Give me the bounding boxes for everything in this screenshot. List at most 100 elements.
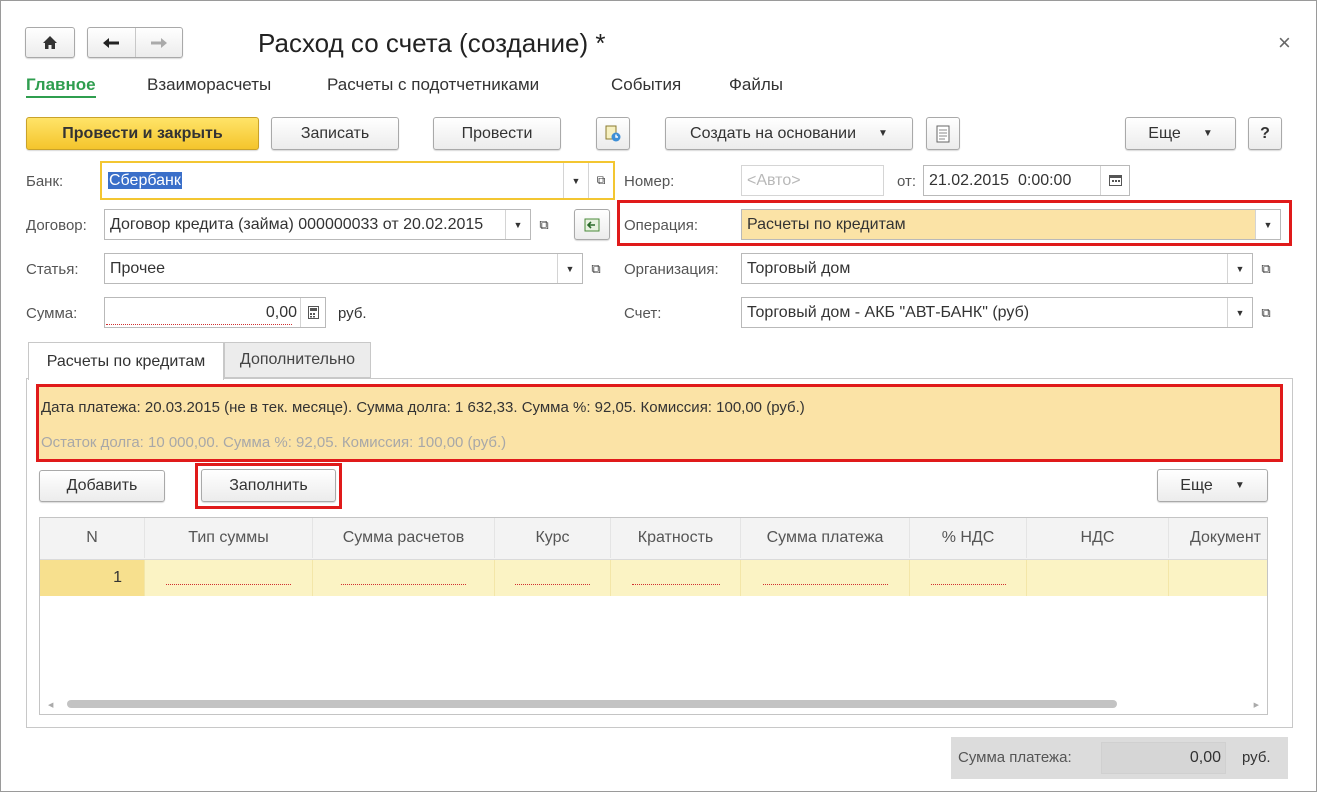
open-icon[interactable]: ⧉ (531, 209, 557, 240)
sum-currency: руб. (338, 305, 367, 322)
chevron-down-icon[interactable]: ▼ (1227, 298, 1252, 327)
create-based-on-button[interactable]: Создать на основании ▼ (665, 117, 913, 150)
account-label: Счет: (624, 305, 662, 322)
column-multiplicity[interactable]: Кратность (611, 518, 741, 558)
bank-label: Банк: (26, 173, 64, 190)
section-main[interactable]: Главное (26, 75, 96, 98)
chevron-down-icon: ▼ (1234, 480, 1245, 491)
chevron-down-icon: ▼ (878, 128, 888, 139)
more-label: Еще (1148, 124, 1181, 142)
home-button[interactable] (25, 27, 75, 58)
date-value: 21.02.2015 0:00:00 (929, 171, 1072, 189)
bank-field[interactable]: Сбербанк ▼ ⧉ (100, 161, 615, 200)
number-field[interactable]: <Авто> (741, 165, 884, 196)
article-label: Статья: (26, 261, 79, 278)
calculator-icon[interactable] (300, 298, 325, 327)
contract-field[interactable]: Договор кредита (займа) 000000033 от 20.… (104, 209, 531, 240)
footer-currency: руб. (1242, 749, 1271, 766)
column-settlement-sum[interactable]: Сумма расчетов (313, 518, 495, 558)
contract-action-button[interactable] (574, 209, 610, 240)
open-icon[interactable]: ⧉ (1253, 297, 1279, 328)
back-button[interactable] (88, 28, 136, 57)
contract-value: Договор кредита (займа) 000000033 от 20.… (110, 215, 484, 233)
info-line-2: Остаток долга: 10 000,00. Сумма %: 92,05… (41, 434, 507, 451)
open-icon[interactable]: ⧉ (588, 163, 613, 198)
cell-sum-type[interactable] (145, 560, 313, 596)
calendar-icon[interactable] (1100, 166, 1129, 195)
article-field[interactable]: Прочее ▼ (104, 253, 583, 284)
chevron-down-icon[interactable]: ▼ (1255, 210, 1280, 239)
more-button[interactable]: Еще ▼ (1125, 117, 1236, 150)
number-label: Номер: (624, 173, 675, 190)
column-vat[interactable]: НДС (1027, 518, 1169, 558)
operation-field[interactable]: Расчеты по кредитам ▼ (741, 209, 1281, 240)
tab-credit-settlements[interactable]: Расчеты по кредитам (28, 342, 224, 380)
operation-label: Операция: (624, 217, 699, 234)
section-settlements[interactable]: Взаиморасчеты (147, 75, 271, 95)
org-field[interactable]: Торговый дом ▼ (741, 253, 1253, 284)
cell-payment-sum[interactable] (741, 560, 910, 596)
info-line-1: Дата платежа: 20.03.2015 (не в тек. меся… (41, 399, 805, 416)
chevron-down-icon[interactable]: ▼ (563, 163, 588, 198)
print-button[interactable] (926, 117, 960, 150)
bank-value: Сбербанк (108, 171, 182, 189)
open-icon[interactable]: ⧉ (1253, 253, 1279, 284)
window-title: Расход со счета (создание) * (258, 28, 606, 58)
footer-value: 0,00 (1101, 742, 1226, 774)
column-vat-rate[interactable]: % НДС (910, 518, 1027, 558)
column-sum-type[interactable]: Тип суммы (145, 518, 313, 558)
footer-total: Сумма платежа: 0,00 руб. (951, 737, 1288, 779)
scroll-right-icon[interactable]: ▶ (1254, 701, 1259, 709)
contract-label: Договор: (26, 217, 87, 234)
cell-multiplicity[interactable] (611, 560, 741, 596)
date-field[interactable]: 21.02.2015 0:00:00 (923, 165, 1130, 196)
section-events[interactable]: События (611, 75, 681, 95)
close-button[interactable]: × (1278, 30, 1291, 56)
section-files[interactable]: Файлы (729, 75, 783, 95)
sum-label: Сумма: (26, 305, 78, 322)
tab-additional[interactable]: Дополнительно (224, 342, 371, 378)
column-rate[interactable]: Курс (495, 518, 611, 558)
account-field[interactable]: Торговый дом - АКБ "АВТ-БАНК" (руб) ▼ (741, 297, 1253, 328)
arrow-left-icon (103, 37, 120, 48)
sum-value: 0,00 (265, 303, 297, 321)
table-more-label: Еще (1180, 476, 1213, 494)
column-document[interactable]: Документ (1169, 518, 1267, 558)
chevron-down-icon[interactable]: ▼ (1227, 254, 1252, 283)
document-structure-icon (605, 125, 621, 141)
cell-vat-rate[interactable] (910, 560, 1027, 596)
chevron-down-icon[interactable]: ▼ (557, 254, 582, 283)
post-button[interactable]: Провести (433, 117, 561, 150)
history-nav (87, 27, 183, 58)
help-button[interactable]: ? (1248, 117, 1282, 150)
row-number: 1 (40, 560, 145, 596)
column-n[interactable]: N (40, 518, 145, 558)
article-value: Прочее (110, 259, 166, 277)
open-icon[interactable]: ⧉ (583, 253, 609, 284)
account-value: Торговый дом - АКБ "АВТ-БАНК" (руб) (747, 303, 1030, 321)
scroll-left-icon[interactable]: ◀ (48, 701, 53, 709)
footer-label: Сумма платежа: (958, 749, 1072, 766)
post-and-close-button[interactable]: Провести и закрыть (26, 117, 259, 150)
document-icon (936, 125, 950, 142)
horizontal-scrollbar[interactable]: ◀ ▶ (40, 696, 1267, 712)
chevron-down-icon[interactable]: ▼ (505, 210, 530, 239)
arrow-right-icon (150, 37, 167, 48)
create-based-on-label: Создать на основании (690, 124, 857, 142)
document-flow-button[interactable] (596, 117, 630, 150)
fill-button[interactable]: Заполнить (201, 469, 336, 502)
cell-rate[interactable] (495, 560, 611, 596)
operation-value: Расчеты по кредитам (747, 215, 906, 233)
section-accountable[interactable]: Расчеты с подотчетниками (327, 75, 539, 95)
table-row[interactable]: 1 (40, 560, 1267, 596)
refresh-icon (584, 218, 600, 231)
add-row-button[interactable]: Добавить (39, 470, 165, 502)
cell-vat[interactable] (1027, 560, 1169, 596)
cell-settlement-sum[interactable] (313, 560, 495, 596)
forward-button[interactable] (136, 28, 183, 57)
cell-document[interactable] (1169, 560, 1267, 596)
scrollbar-thumb[interactable] (67, 700, 1117, 708)
table-more-button[interactable]: Еще ▼ (1157, 469, 1268, 502)
column-payment-sum[interactable]: Сумма платежа (741, 518, 910, 558)
save-button[interactable]: Записать (271, 117, 399, 150)
